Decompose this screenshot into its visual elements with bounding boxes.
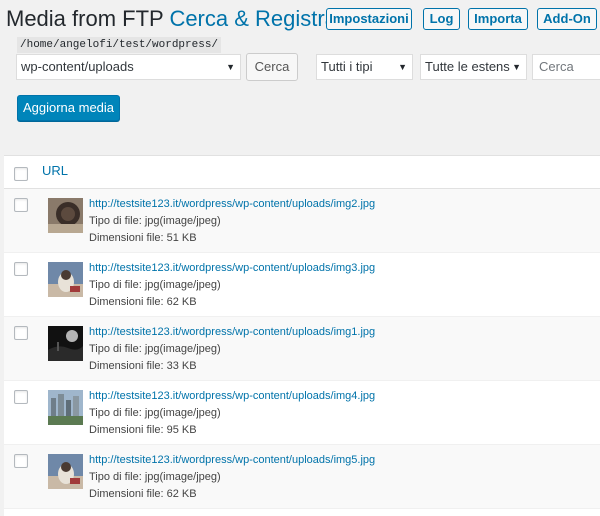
file-url-link[interactable]: http://testsite123.it/wordpress/wp-conte… <box>89 389 375 404</box>
media-table: URL http://testsite123.it/wordpress/wp-c… <box>4 155 600 516</box>
row-checkbox[interactable] <box>14 262 28 276</box>
log-button[interactable]: Log <box>423 8 460 30</box>
file-type: Tipo di file: jpg(image/jpeg) <box>89 279 221 291</box>
page-title: Media from FTP Cerca & Registra <box>6 6 337 32</box>
file-url-link[interactable]: http://testsite123.it/wordpress/wp-conte… <box>89 325 375 340</box>
file-url-link[interactable]: http://testsite123.it/wordpress/wp-conte… <box>89 453 375 468</box>
image-thumbnail <box>48 326 83 361</box>
chevron-down-icon: ▼ <box>512 62 521 72</box>
url-column-header[interactable]: URL <box>42 163 68 178</box>
file-size: Dimensioni file: 95 KB <box>89 424 197 436</box>
file-size: Dimensioni file: 33 KB <box>89 360 197 372</box>
file-type: Tipo di file: jpg(image/jpeg) <box>89 471 221 483</box>
chevron-down-icon: ▼ <box>226 62 235 72</box>
directory-select[interactable]: wp-content/uploads ▼ <box>16 54 241 80</box>
title-link[interactable]: Cerca & Registra <box>169 6 337 31</box>
page-title-text: Media from FTP <box>6 6 164 31</box>
chevron-down-icon: ▼ <box>398 62 407 72</box>
directory-select-value: wp-content/uploads <box>21 59 134 74</box>
row-checkbox[interactable] <box>14 198 28 212</box>
type-filter-select[interactable]: Tutti i tipi ▼ <box>316 54 413 80</box>
file-url-link[interactable]: http://testsite123.it/wordpress/wp-conte… <box>89 261 375 276</box>
image-thumbnail <box>48 262 83 297</box>
table-header: URL <box>4 156 600 189</box>
file-type: Tipo di file: jpg(image/jpeg) <box>89 407 221 419</box>
file-type: Tipo di file: jpg(image/jpeg) <box>89 215 221 227</box>
addon-button[interactable]: Add-On <box>537 8 597 30</box>
settings-button[interactable]: Impostazioni <box>326 8 412 30</box>
image-thumbnail <box>48 198 83 233</box>
type-filter-value: Tutti i tipi <box>321 59 373 74</box>
image-thumbnail <box>48 454 83 489</box>
table-row: http://testsite123.it/wordpress/wp-conte… <box>4 445 600 509</box>
search-input[interactable]: Cerca <box>532 54 600 80</box>
file-size: Dimensioni file: 62 KB <box>89 488 197 500</box>
file-type: Tipo di file: jpg(image/jpeg) <box>89 343 221 355</box>
import-button[interactable]: Importa <box>468 8 528 30</box>
file-size: Dimensioni file: 62 KB <box>89 296 197 308</box>
base-path-label: /home/angelofi/test/wordpress/ <box>17 37 222 53</box>
image-thumbnail <box>48 390 83 425</box>
table-row: http://testsite123.it/wordpress/wp-conte… <box>4 189 600 253</box>
row-checkbox[interactable] <box>14 326 28 340</box>
select-all-checkbox[interactable] <box>14 167 28 181</box>
row-checkbox[interactable] <box>14 454 28 468</box>
extension-filter-value: Tutte le estens <box>425 59 510 74</box>
table-row: http://testsite123.it/wordpress/wp-conte… <box>4 317 600 381</box>
update-media-button[interactable]: Aggiorna media <box>17 95 120 121</box>
file-size: Dimensioni file: 51 KB <box>89 232 197 244</box>
extension-filter-select[interactable]: Tutte le estens ▼ <box>420 54 527 80</box>
table-row: http://testsite123.it/wordpress/wp-conte… <box>4 253 600 317</box>
search-button[interactable]: Cerca <box>246 53 298 81</box>
file-url-link[interactable]: http://testsite123.it/wordpress/wp-conte… <box>89 197 375 212</box>
table-row: http://testsite123.it/wordpress/wp-conte… <box>4 381 600 445</box>
row-checkbox[interactable] <box>14 390 28 404</box>
